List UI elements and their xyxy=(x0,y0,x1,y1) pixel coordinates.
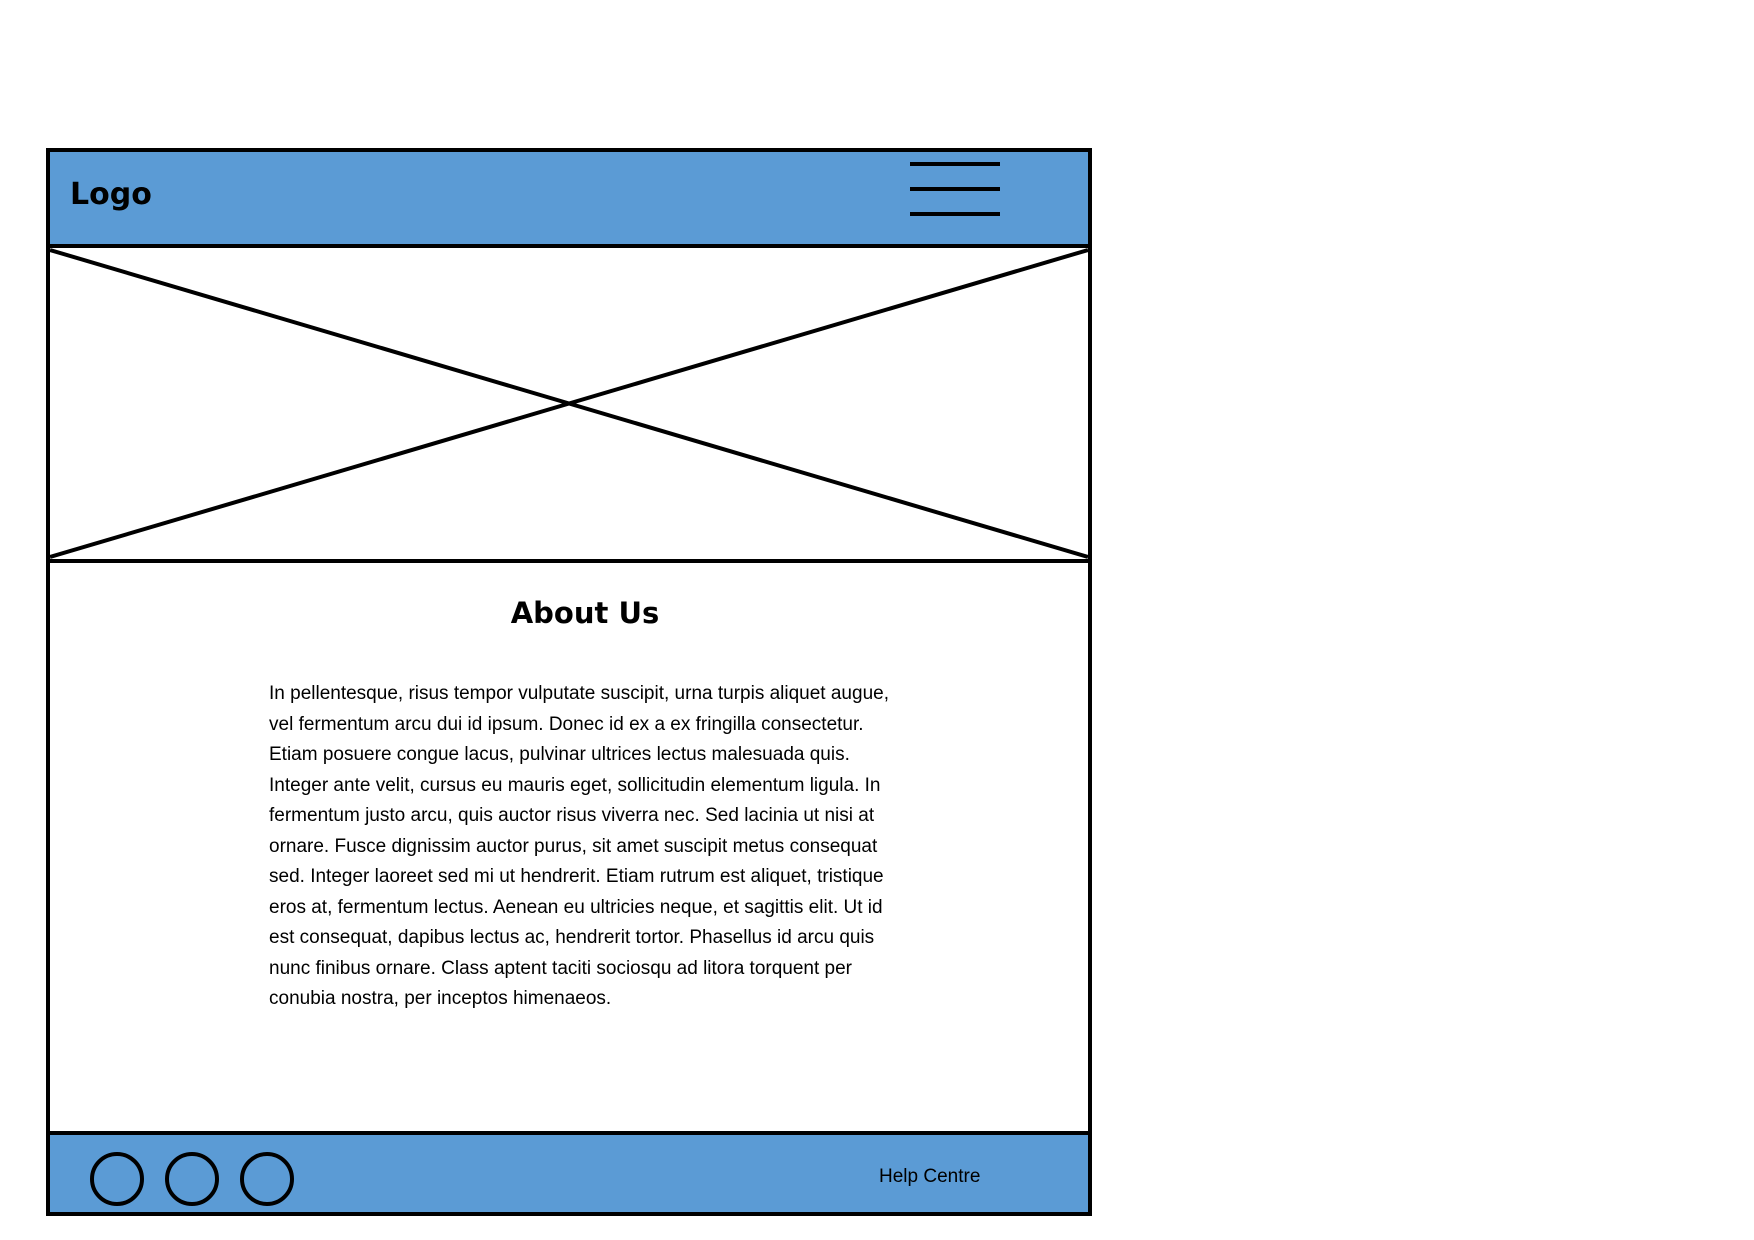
social-circle-icon-1[interactable] xyxy=(90,1152,144,1206)
logo[interactable]: Logo xyxy=(70,177,152,213)
menu-line xyxy=(910,212,1000,216)
about-title: About Us xyxy=(510,596,660,630)
footer-bar: Help Centre xyxy=(50,1131,1088,1212)
hamburger-menu-icon[interactable] xyxy=(906,162,1002,224)
about-body-text: In pellentesque, risus tempor vulputate … xyxy=(269,683,889,1009)
about-section: About Us In pellentesque, risus tempor v… xyxy=(50,563,1088,1139)
wireframe-page: Logo About Us In pellentesque, risus tem… xyxy=(46,148,1092,1216)
social-circle-icon-2[interactable] xyxy=(165,1152,219,1206)
menu-line xyxy=(910,187,1000,191)
menu-line xyxy=(910,162,1000,166)
image-placeholder-icon xyxy=(50,248,1088,559)
social-circle-icon-3[interactable] xyxy=(240,1152,294,1206)
help-centre-link[interactable]: Help Centre xyxy=(879,1166,980,1188)
header-bar: Logo xyxy=(50,152,1088,248)
hero-image-placeholder xyxy=(50,248,1088,563)
